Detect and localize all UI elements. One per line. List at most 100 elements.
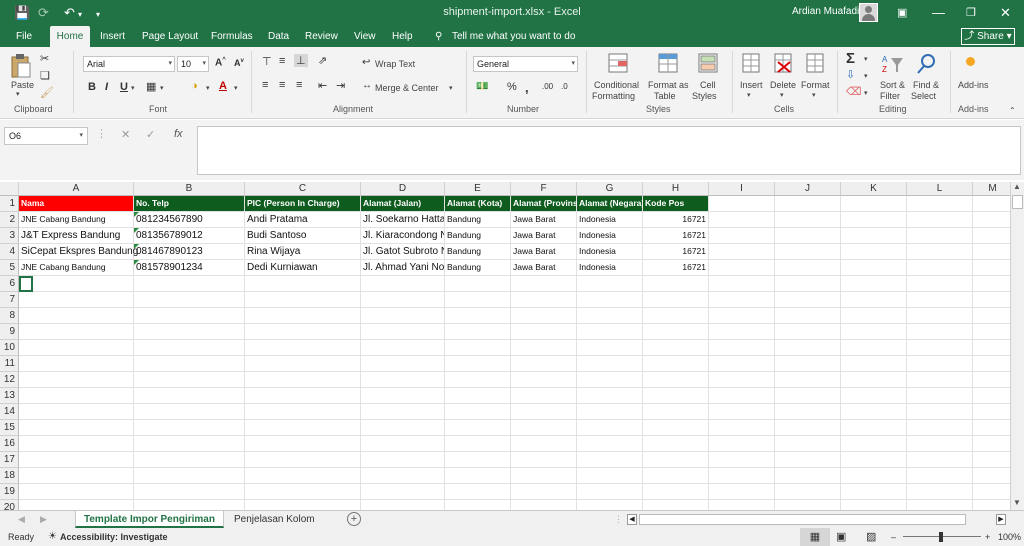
grid-cell[interactable] [841,260,907,276]
grid-cell[interactable] [134,500,245,510]
grid-cell[interactable] [134,324,245,340]
grid-cell[interactable] [445,484,511,500]
grid-cell[interactable] [577,356,643,372]
row-header[interactable]: 14 [0,404,19,420]
grid-cell[interactable] [511,484,577,500]
table-cell[interactable]: Jawa Barat [511,212,577,228]
grid-cell[interactable] [245,452,361,468]
table-cell[interactable]: SiCepat Ekspres Bandung [19,244,138,260]
grid-cell[interactable] [577,324,643,340]
header-cell[interactable]: Nama [19,196,134,212]
zoom-out-icon[interactable]: – [891,528,896,546]
grid-cell[interactable] [245,484,361,500]
page-layout-view-icon[interactable]: ▣ [836,528,846,546]
row-header[interactable]: 20 [0,500,19,510]
row-header[interactable]: 18 [0,468,19,484]
scroll-left-icon[interactable]: ◀ [627,514,637,525]
column-header[interactable]: E [445,182,511,196]
tab-data[interactable]: Data [264,26,293,47]
grid-cell[interactable] [643,404,709,420]
grid-cell[interactable] [973,244,1010,260]
grid-cell[interactable] [361,468,445,484]
grid-cell[interactable] [134,308,245,324]
font-size-select[interactable]: 10 ▾ [177,56,209,72]
chevron-down-icon[interactable]: ▾ [160,84,164,92]
table-cell[interactable]: 16721 [643,244,709,260]
grid-cell[interactable] [841,404,907,420]
grid-cell[interactable] [907,260,973,276]
sort-filter-icon[interactable]: AZ [881,52,905,76]
accessibility-status[interactable]: Accessibility: Investigate [60,528,168,546]
align-left-icon[interactable]: ≡ [262,79,268,91]
accessibility-icon[interactable]: ☀ [48,528,57,546]
grid-cell[interactable] [361,436,445,452]
table-cell[interactable]: Indonesia [577,244,643,260]
grid-cell[interactable] [709,420,775,436]
grid-cell[interactable] [134,404,245,420]
grid-cell[interactable] [19,372,134,388]
add-sheet-icon[interactable]: + [347,512,361,526]
page-break-view-icon[interactable]: ▨ [866,528,876,546]
chevron-down-icon[interactable]: ▾ [449,84,453,92]
grid-cell[interactable] [445,420,511,436]
grid-cell[interactable] [245,372,361,388]
table-cell[interactable]: 16721 [643,260,709,276]
grid-cell[interactable] [134,436,245,452]
sort-filter-label[interactable]: Sort & [880,80,905,90]
grid-cell[interactable] [361,308,445,324]
grid-cell[interactable] [577,436,643,452]
find-select-icon[interactable] [915,52,939,76]
ribbon-display-icon[interactable]: ▣ [897,4,907,22]
grid-cell[interactable] [361,372,445,388]
grid-cell[interactable] [577,388,643,404]
grid-cell[interactable] [841,436,907,452]
grid-cell[interactable] [973,500,1010,510]
formula-input[interactable] [197,126,1021,175]
find-select-label-2[interactable]: Select [911,91,936,101]
grid-cell[interactable] [841,484,907,500]
grid-cell[interactable] [973,324,1010,340]
bold-icon[interactable]: B [88,81,96,93]
grid-cell[interactable] [19,500,134,510]
grid-cell[interactable] [973,228,1010,244]
grid-cell[interactable] [643,292,709,308]
grid-cell[interactable] [907,436,973,452]
grid-cell[interactable] [511,356,577,372]
grid-cell[interactable] [841,420,907,436]
grid-cell[interactable] [841,228,907,244]
grid-cell[interactable] [511,292,577,308]
cell-styles-label-2[interactable]: Styles [692,91,717,101]
table-cell[interactable]: Rina Wijaya [245,244,361,260]
insert-cells-icon[interactable] [741,52,763,76]
grid-cell[interactable] [841,324,907,340]
select-all-corner[interactable] [0,182,19,196]
row-header[interactable]: 10 [0,340,19,356]
grid-cell[interactable] [907,452,973,468]
grid-cell[interactable] [709,372,775,388]
column-header[interactable]: A [19,182,134,196]
grid-cell[interactable] [841,500,907,510]
grid-cell[interactable] [511,420,577,436]
column-header[interactable]: H [643,182,709,196]
grid-cell[interactable] [361,356,445,372]
row-header[interactable]: 3 [0,228,19,244]
chevron-down-icon[interactable]: ▾ [206,84,210,92]
grid-cell[interactable] [19,452,134,468]
grid-cell[interactable] [775,308,841,324]
grid-cell[interactable] [709,244,775,260]
row-header[interactable]: 7 [0,292,19,308]
grid-cell[interactable] [973,292,1010,308]
grid-cell[interactable] [709,324,775,340]
merge-center-icon[interactable]: ↔ [362,80,372,91]
grid-cell[interactable] [973,212,1010,228]
grid-cell[interactable] [361,276,445,292]
grid-cell[interactable] [907,468,973,484]
column-header[interactable]: M [973,182,1010,196]
tab-help[interactable]: Help [388,26,417,47]
grid-cell[interactable] [361,420,445,436]
header-cell[interactable]: PIC (Person In Charge) [245,196,361,212]
grid-cell[interactable] [643,308,709,324]
grid-cell[interactable] [445,468,511,484]
decrease-decimal-icon[interactable]: .0 [561,82,568,91]
add-ins-label[interactable]: Add-ins [958,80,989,90]
